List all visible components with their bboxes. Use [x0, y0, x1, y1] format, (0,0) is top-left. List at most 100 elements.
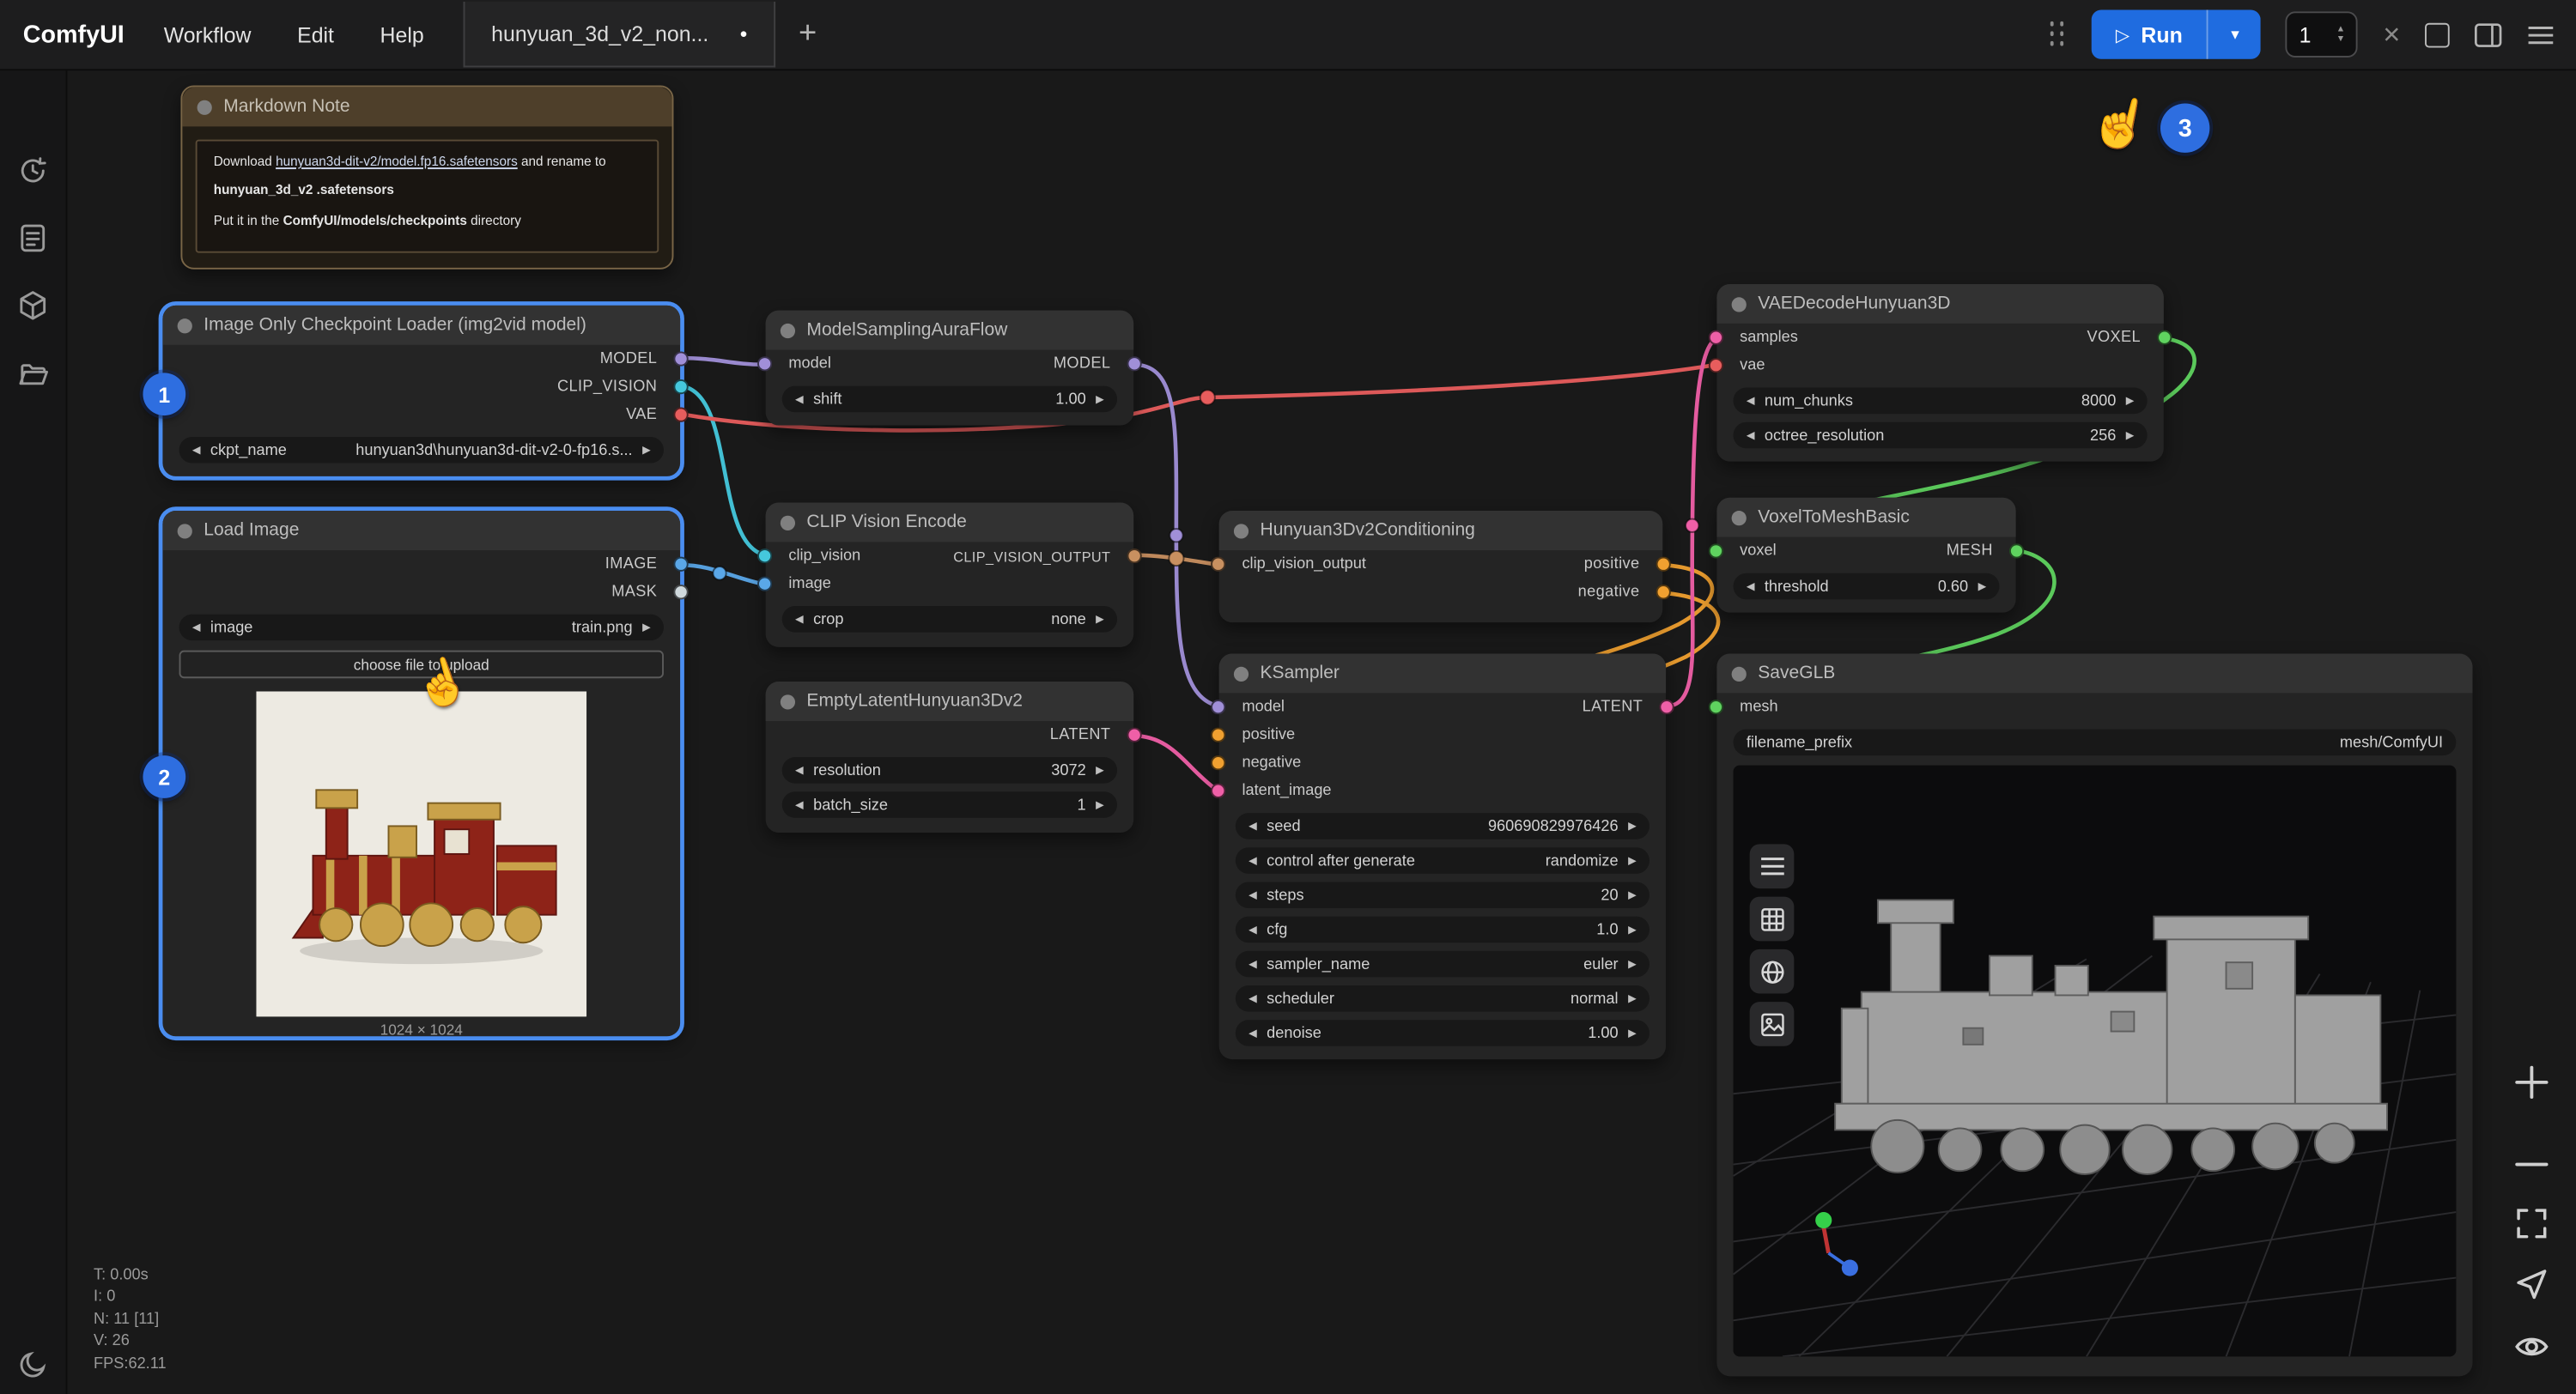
next-value-icon[interactable]: ▶ [1628, 1027, 1637, 1039]
port-mesh-output[interactable] [2009, 543, 2024, 558]
navigate-cursor-button[interactable] [2511, 1263, 2554, 1306]
node-header[interactable]: EmptyLatentHunyuan3Dv2 [766, 682, 1134, 721]
model-library-icon[interactable] [15, 288, 51, 324]
node-load-image[interactable]: Load Image IMAGE MASK ◀ image train.png … [162, 511, 680, 1036]
theme-toggle-icon[interactable] [15, 1345, 51, 1381]
widget-resolution[interactable]: ◀ resolution 3072 ▶ [782, 757, 1117, 784]
port-latent-output[interactable] [1127, 728, 1142, 742]
zoom-in-button[interactable] [2507, 1058, 2556, 1106]
node-header[interactable]: Markdown Note [182, 87, 671, 126]
port-image-output[interactable] [673, 557, 688, 572]
next-value-icon[interactable]: ▶ [1978, 579, 1987, 592]
port-latent-image-input[interactable] [1211, 784, 1225, 798]
next-value-icon[interactable]: ▶ [1096, 764, 1104, 777]
collapse-dot[interactable] [1732, 666, 1747, 681]
widget-scheduler[interactable]: ◀ scheduler normal ▶ [1236, 985, 1649, 1012]
collapse-dot[interactable] [178, 318, 192, 332]
port-latent-output[interactable] [1659, 700, 1674, 714]
menu-edit[interactable]: Edit [274, 22, 356, 47]
node-header[interactable]: ModelSamplingAuraFlow [766, 311, 1134, 350]
collapse-dot[interactable] [781, 515, 795, 530]
widget-denoise[interactable]: ◀ denoise 1.00 ▶ [1236, 1020, 1649, 1046]
next-value-icon[interactable]: ▶ [2126, 394, 2135, 407]
widget-crop[interactable]: ◀ crop none ▶ [782, 606, 1117, 633]
port-clip-vision-output[interactable] [673, 379, 688, 394]
next-value-icon[interactable]: ▶ [1096, 613, 1104, 626]
step-down-icon[interactable]: ▼ [2336, 34, 2345, 44]
viewport-grid-icon[interactable] [1750, 897, 1795, 942]
prev-value-icon[interactable]: ◀ [1249, 820, 1257, 833]
node-header[interactable]: KSampler [1219, 653, 1666, 693]
menu-workflow[interactable]: Workflow [141, 22, 274, 47]
widget-octree-resolution[interactable]: ◀ octree_resolution 256 ▶ [1734, 422, 2148, 449]
collapse-dot[interactable] [1732, 510, 1747, 524]
link-mid-dot[interactable] [1686, 519, 1698, 532]
port-clip-vision-output[interactable] [1127, 549, 1142, 563]
port-model-input[interactable] [1211, 700, 1225, 714]
node-header[interactable]: CLIP Vision Encode [766, 502, 1134, 542]
history-icon[interactable] [15, 153, 51, 189]
collapse-dot[interactable] [1732, 296, 1747, 311]
port-mesh-input[interactable] [1709, 700, 1723, 714]
menu-help[interactable]: Help [357, 22, 447, 47]
node-header[interactable]: VoxelToMeshBasic [1716, 498, 2015, 537]
collapse-dot[interactable] [178, 523, 192, 537]
node-header[interactable]: Load Image [162, 511, 680, 550]
node-markdown-note[interactable]: Markdown Note Download hunyuan3d-dit-v2/… [180, 85, 673, 269]
prev-value-icon[interactable]: ◀ [192, 444, 201, 457]
next-value-icon[interactable]: ▶ [2126, 428, 2135, 441]
folder-icon[interactable] [15, 356, 51, 392]
widget-batch-size[interactable]: ◀ batch_size 1 ▶ [782, 791, 1117, 818]
hamburger-menu-icon[interactable] [2527, 24, 2555, 45]
reroute-dot[interactable] [1200, 390, 1215, 404]
widget-threshold[interactable]: ◀ threshold 0.60 ▶ [1734, 573, 2000, 600]
note-link[interactable]: hunyuan3d-dit-v2/model.fp16.safetensors [276, 155, 518, 169]
collapse-dot[interactable] [781, 694, 795, 708]
widget-sampler-name[interactable]: ◀ sampler_name euler ▶ [1236, 951, 1649, 978]
batch-count-stepper[interactable]: 1 ▲▼ [2286, 11, 2358, 58]
viewport-menu-icon[interactable] [1750, 844, 1795, 888]
port-samples-input[interactable] [1709, 330, 1723, 345]
viewport-image-icon[interactable] [1750, 1002, 1795, 1046]
port-model-input[interactable] [757, 356, 772, 371]
port-vae-input[interactable] [1709, 358, 1723, 373]
port-model-output[interactable] [673, 351, 688, 366]
widget-shift[interactable]: ◀ shift 1.00 ▶ [782, 386, 1117, 413]
next-value-icon[interactable]: ▶ [1628, 992, 1637, 1005]
new-tab-button[interactable]: + [799, 16, 817, 52]
workflows-icon[interactable] [15, 220, 51, 256]
node-header[interactable]: SaveGLB [1716, 653, 2472, 693]
port-negative-output[interactable] [1656, 585, 1671, 599]
node-header[interactable]: VAEDecodeHunyuan3D [1716, 284, 2163, 324]
prev-value-icon[interactable]: ◀ [1249, 992, 1257, 1005]
next-value-icon[interactable]: ▶ [642, 444, 651, 457]
next-value-icon[interactable]: ▶ [1628, 923, 1637, 936]
widget-steps[interactable]: ◀ steps 20 ▶ [1236, 882, 1649, 908]
node-save-glb[interactable]: SaveGLB mesh filename_prefix mesh/ComfyU… [1716, 653, 2472, 1376]
prev-value-icon[interactable]: ◀ [192, 621, 201, 633]
collapse-dot[interactable] [781, 323, 795, 337]
widget-seed[interactable]: ◀ seed 960690829976426 ▶ [1236, 813, 1649, 839]
node-header[interactable]: Hunyuan3Dv2Conditioning [1219, 511, 1663, 550]
stepper-arrows[interactable]: ▲▼ [2336, 25, 2345, 45]
collapse-dot[interactable] [1234, 666, 1249, 681]
next-value-icon[interactable]: ▶ [1628, 854, 1637, 867]
port-clip-vision-output-input[interactable] [1211, 557, 1225, 572]
zoom-out-button[interactable] [2507, 1140, 2556, 1189]
node-header[interactable]: Image Only Checkpoint Loader (img2vid mo… [162, 306, 680, 345]
port-vae-output[interactable] [673, 407, 688, 421]
node-voxel-to-mesh[interactable]: VoxelToMeshBasic voxel MESH ◀ threshold … [1716, 498, 2015, 613]
node-empty-latent[interactable]: EmptyLatentHunyuan3Dv2 LATENT ◀ resoluti… [766, 682, 1134, 833]
step-up-icon[interactable]: ▲ [2336, 25, 2345, 34]
prev-value-icon[interactable]: ◀ [1249, 854, 1257, 867]
link-mid-dot[interactable] [1170, 529, 1182, 542]
port-model-output[interactable] [1127, 356, 1142, 371]
next-value-icon[interactable]: ▶ [1096, 392, 1104, 405]
port-voxel-output[interactable] [2157, 330, 2172, 345]
prev-value-icon[interactable]: ◀ [1249, 957, 1257, 970]
port-positive-input[interactable] [1211, 728, 1225, 742]
collapse-dot[interactable] [197, 100, 212, 114]
port-mask-output[interactable] [673, 585, 688, 599]
next-value-icon[interactable]: ▶ [1628, 957, 1637, 970]
toggle-visibility-eye-button[interactable] [2511, 1325, 2554, 1368]
